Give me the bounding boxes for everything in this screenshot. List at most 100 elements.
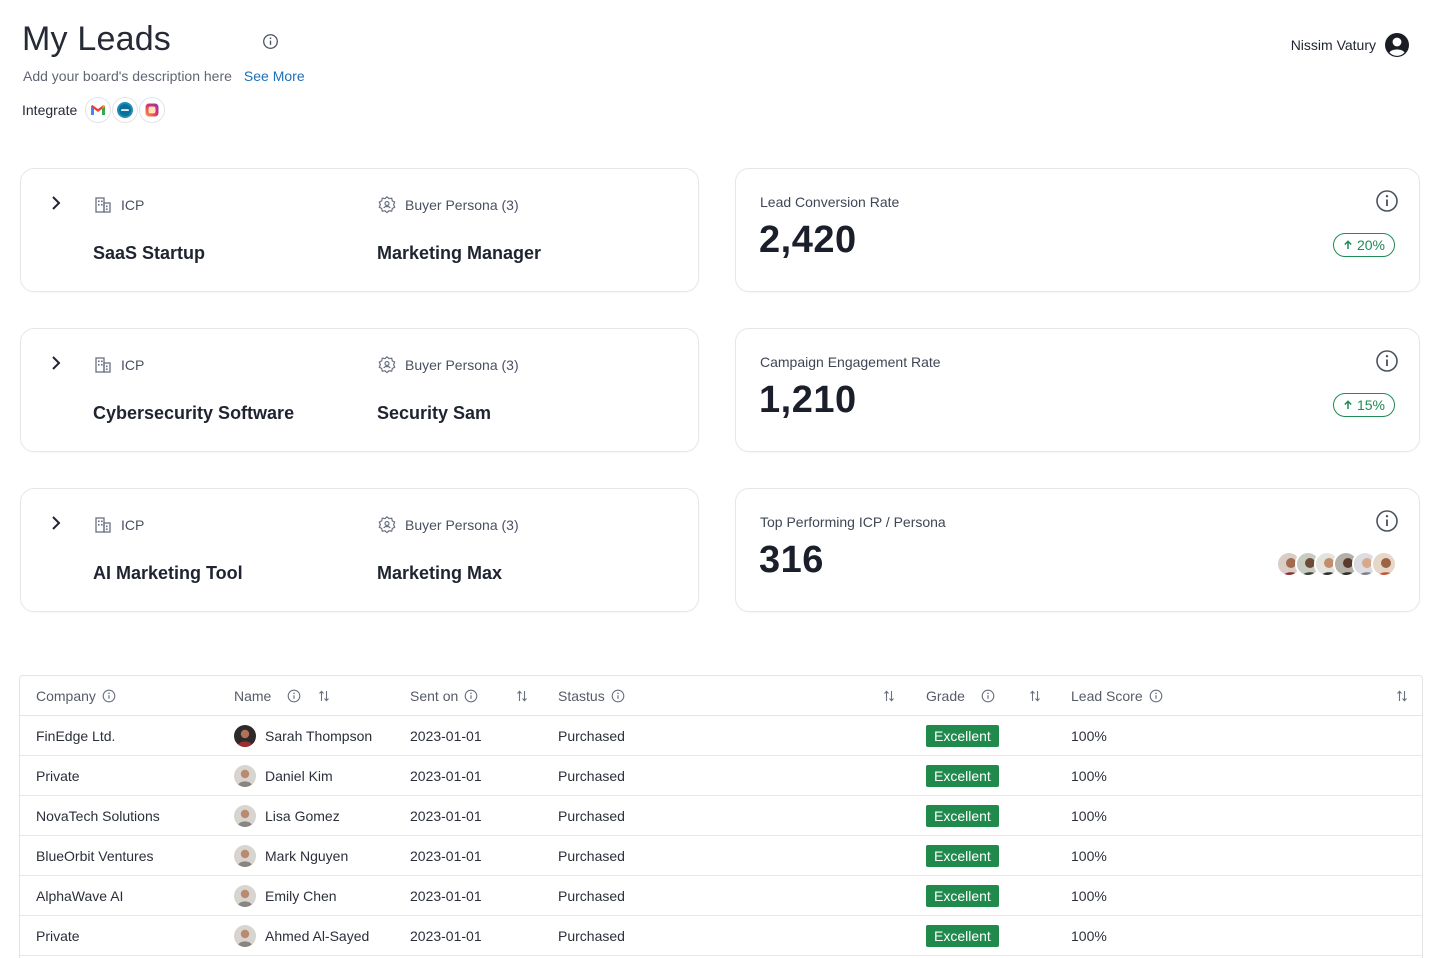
cell-company: Private	[36, 768, 80, 784]
cell-company: AlphaWave AI	[36, 888, 124, 904]
buyer-persona-header: Buyer Persona (3)	[377, 195, 519, 215]
sort-icon[interactable]	[317, 689, 331, 703]
building-icon	[95, 197, 111, 213]
column-label: Sent on	[410, 688, 459, 704]
sort-icon[interactable]	[1028, 689, 1042, 703]
sort-icon[interactable]	[515, 689, 529, 703]
info-icon[interactable]	[1375, 349, 1399, 373]
metric-label: Lead Conversion Rate	[760, 194, 900, 210]
buyer-persona-header: Buyer Persona (3)	[377, 355, 519, 375]
cell-name: Emily Chen	[234, 876, 337, 916]
avatar	[234, 725, 256, 747]
cell-sent-on: 2023-01-01	[410, 888, 482, 904]
cell-lead-score: 100%	[1071, 888, 1107, 904]
column-header-sent-on[interactable]: Sent on	[410, 676, 478, 716]
avatar-group[interactable]	[1276, 551, 1397, 577]
icp-card[interactable]: ICP Buyer Persona (3) SaaS Startup Marke…	[20, 168, 699, 292]
sort-icon[interactable]	[882, 689, 896, 703]
info-icon[interactable]	[1149, 689, 1163, 703]
trend-badge: 20%	[1332, 233, 1395, 257]
person-name[interactable]: Sarah Thompson	[265, 728, 372, 744]
table-row[interactable]: Private Ahmed Al-Sayed 2023-01-01 Purcha…	[20, 916, 1422, 956]
user-menu[interactable]: Nissim Vatury	[1291, 32, 1410, 58]
instagram-icon[interactable]	[139, 97, 166, 123]
icp-label: ICP	[121, 357, 145, 373]
icp-header: ICP	[93, 195, 144, 215]
cell-grade: Excellent	[926, 796, 999, 836]
cell-lead-score: 100%	[1071, 808, 1107, 824]
cell-name: Lisa Gomez	[234, 796, 340, 836]
cell-lead-score: 100%	[1071, 728, 1107, 744]
column-label: Grade	[926, 688, 965, 704]
cell-sent-on: 2023-01-01	[410, 928, 482, 944]
metric-value: 1,210	[759, 379, 857, 421]
cell-grade: Excellent	[926, 876, 999, 916]
persona-icon	[378, 355, 396, 374]
table-row[interactable]: FinEdge Ltd. Sarah Thompson 2023-01-01 P…	[20, 716, 1422, 756]
hubspot-icon[interactable]	[112, 97, 139, 123]
person-name[interactable]: Daniel Kim	[265, 768, 333, 784]
metric-card-lead-conversion: Lead Conversion Rate 2,420 20%	[735, 168, 1420, 292]
icp-header: ICP	[93, 355, 144, 375]
buyer-persona-label: Buyer Persona (3)	[405, 197, 519, 213]
person-name[interactable]: Mark Nguyen	[265, 848, 348, 864]
cell-status: Purchased	[558, 928, 625, 944]
column-header-name[interactable]: Name	[234, 676, 301, 716]
building-icon	[95, 517, 111, 533]
metric-label: Campaign Engagement Rate	[760, 354, 941, 370]
metric-value: 2,420	[759, 219, 857, 261]
chevron-right-icon[interactable]	[48, 355, 64, 371]
sort-icon[interactable]	[1395, 689, 1409, 703]
avatar	[234, 885, 256, 907]
cell-sent-on: 2023-01-01	[410, 768, 482, 784]
table-row[interactable]: NovaTech Solutions Lisa Gomez 2023-01-01…	[20, 796, 1422, 836]
cell-sent-on: 2023-01-01	[410, 848, 482, 864]
grade-badge: Excellent	[926, 885, 999, 907]
info-icon[interactable]	[464, 689, 478, 703]
buyer-persona-value: Marketing Manager	[377, 243, 542, 263]
icp-header: ICP	[93, 515, 144, 535]
persona-icon	[378, 515, 396, 534]
column-header-grade[interactable]: Grade	[926, 676, 995, 716]
info-icon[interactable]	[102, 689, 116, 703]
chevron-right-icon[interactable]	[48, 515, 64, 531]
buyer-persona-value: Security Sam	[377, 403, 492, 423]
board-description[interactable]: Add your board's description here	[23, 68, 232, 84]
avatar	[234, 925, 256, 947]
integrate-row: Integrate	[22, 97, 166, 123]
metric-card-top-performing: Top Performing ICP / Persona 316	[735, 488, 1420, 612]
grade-badge: Excellent	[926, 925, 999, 947]
icp-label: ICP	[121, 517, 145, 533]
column-header-status[interactable]: Stastus	[558, 676, 625, 716]
table-row[interactable]: Private Daniel Kim 2023-01-01 Purchased …	[20, 756, 1422, 796]
user-avatar-icon[interactable]	[1384, 32, 1410, 58]
grade-badge: Excellent	[926, 845, 999, 867]
column-header-company[interactable]: Company	[36, 676, 116, 716]
cell-grade: Excellent	[926, 756, 999, 796]
person-name[interactable]: Emily Chen	[265, 888, 337, 904]
cell-sent-on: 2023-01-01	[410, 808, 482, 824]
trend-value: 15%	[1356, 397, 1385, 413]
buyer-persona-label: Buyer Persona (3)	[405, 517, 519, 533]
info-icon[interactable]	[1375, 509, 1399, 533]
info-icon[interactable]	[611, 689, 625, 703]
see-more-link[interactable]: See More	[244, 68, 305, 84]
cell-name: Ahmed Al-Sayed	[234, 916, 369, 956]
avatar	[234, 765, 256, 787]
chevron-right-icon[interactable]	[48, 195, 64, 211]
column-header-lead-score[interactable]: Lead Score	[1071, 676, 1163, 716]
avatar	[234, 845, 256, 867]
info-icon[interactable]	[981, 689, 995, 703]
icp-card[interactable]: ICP Buyer Persona (3) Cybersecurity Soft…	[20, 328, 699, 452]
info-icon[interactable]	[262, 33, 279, 50]
person-name[interactable]: Ahmed Al-Sayed	[265, 928, 369, 944]
gmail-icon[interactable]	[85, 97, 112, 123]
table-row[interactable]: AlphaWave AI Emily Chen 2023-01-01 Purch…	[20, 876, 1422, 916]
grade-badge: Excellent	[926, 725, 999, 747]
metric-card-campaign-engagement: Campaign Engagement Rate 1,210 15%	[735, 328, 1420, 452]
info-icon[interactable]	[1375, 189, 1399, 213]
person-name[interactable]: Lisa Gomez	[265, 808, 340, 824]
table-row[interactable]: BlueOrbit Ventures Mark Nguyen 2023-01-0…	[20, 836, 1422, 876]
icp-card[interactable]: ICP Buyer Persona (3) AI Marketing Tool …	[20, 488, 699, 612]
info-icon[interactable]	[287, 689, 301, 703]
